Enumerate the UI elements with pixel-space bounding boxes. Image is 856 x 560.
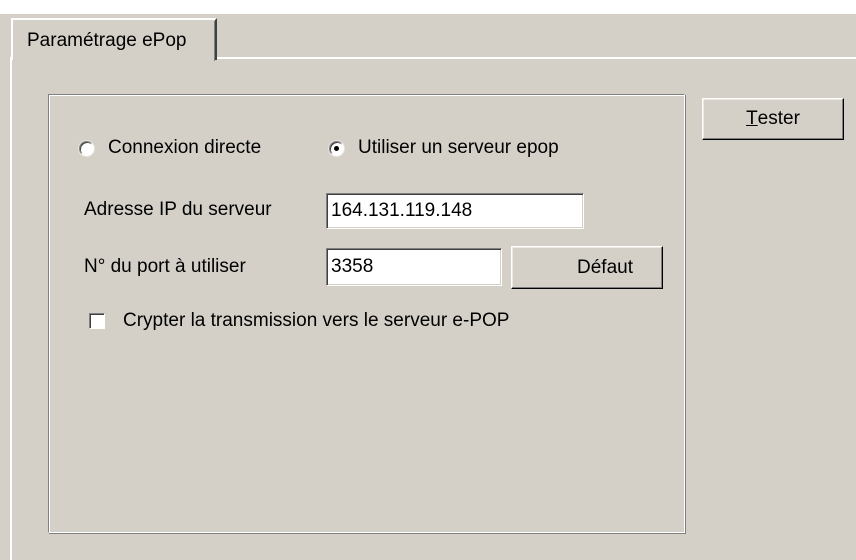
default-port-button-label: Défaut [577,256,633,278]
encrypt-transmission-checkbox[interactable] [89,313,105,329]
tab-parametrage-epop[interactable]: Paramétrage ePop [11,18,217,61]
tab-label: Paramétrage ePop [27,30,187,51]
tester-mnemonic: T [746,108,758,129]
radio-serveur-epop-label: Utiliser un serveur epop [358,137,559,158]
radio-connexion-directe-label: Connexion directe [108,137,262,158]
tester-button[interactable]: Tester [702,98,844,140]
tester-button-label: Tester [746,108,800,130]
server-port-label: N° du port à utiliser [84,256,246,277]
tester-label-rest: ester [757,108,800,129]
window-top-edge [0,0,856,14]
server-ip-label: Adresse IP du serveur [84,199,272,220]
radio-connexion-directe[interactable]: Connexion directe [79,137,261,159]
encrypt-transmission-option[interactable]: Crypter la transmission vers le serveur … [89,310,509,332]
radio-serveur-epop-circle[interactable] [329,140,344,156]
encrypt-transmission-label: Crypter la transmission vers le serveur … [123,310,510,331]
server-ip-input[interactable] [326,193,584,229]
radio-connexion-directe-circle[interactable] [79,140,94,156]
default-port-button[interactable]: Défaut [511,246,663,289]
server-port-input[interactable] [326,248,502,286]
radio-serveur-epop[interactable]: Utiliser un serveur epop [329,137,559,159]
